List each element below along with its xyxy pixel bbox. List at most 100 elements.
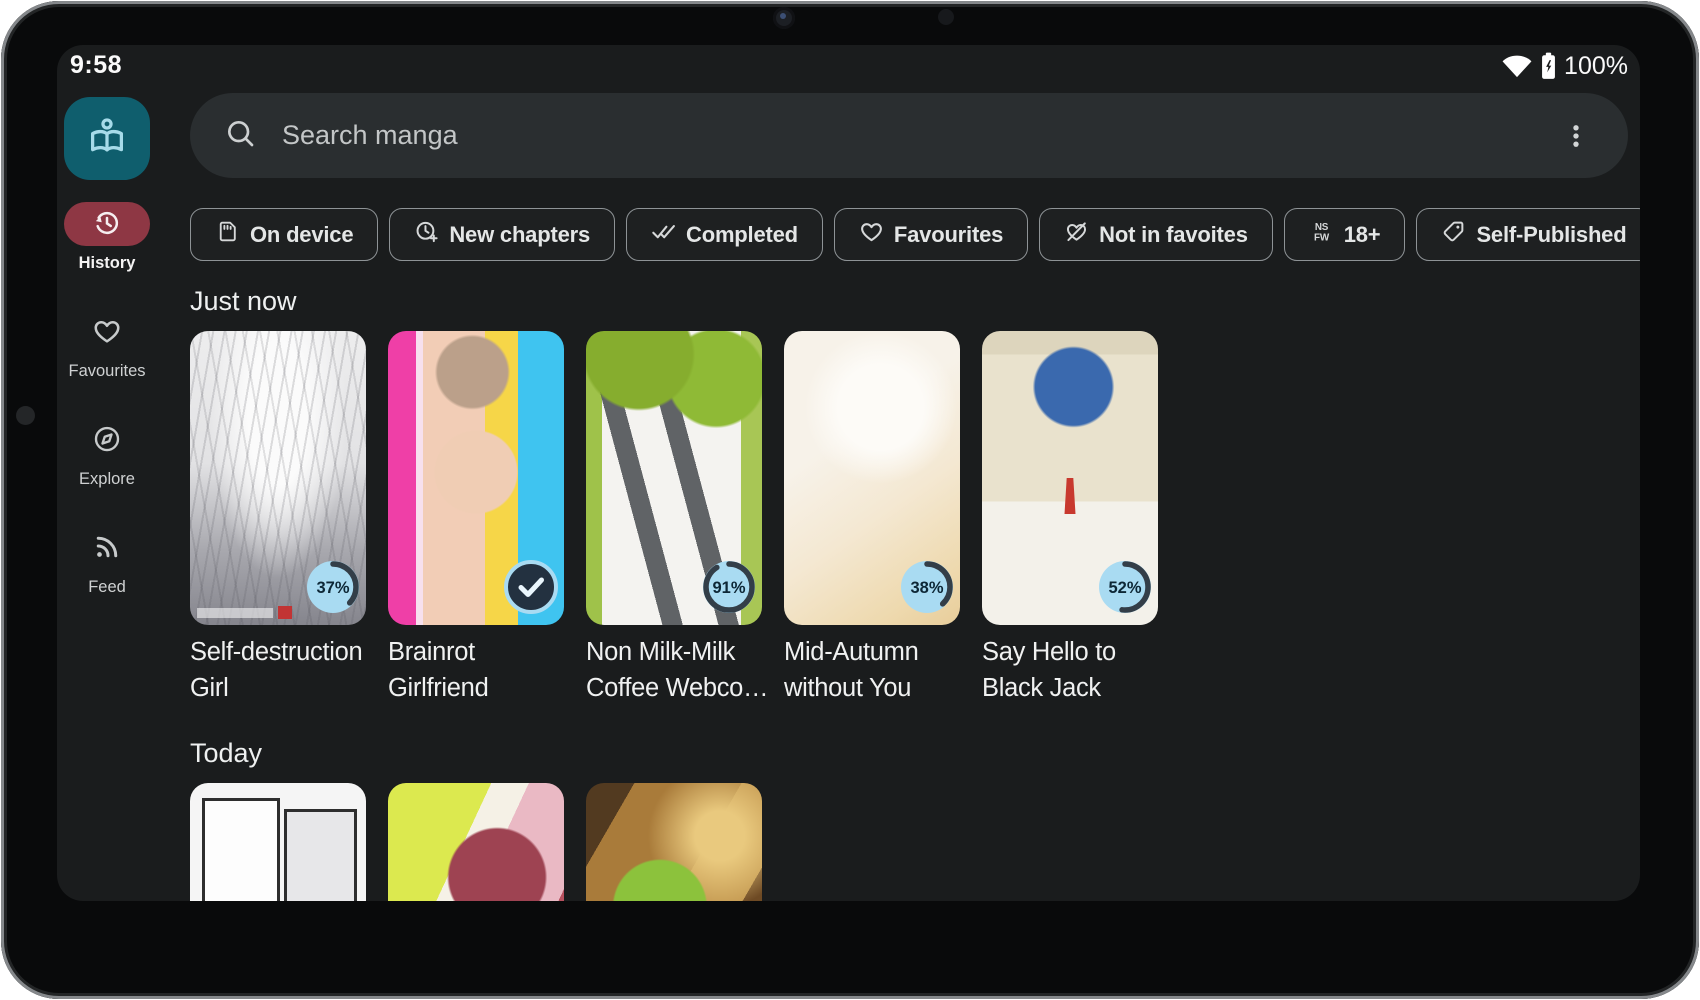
- app-screen: 9:58 100% History Favourites Explore Feed O…: [57, 45, 1640, 901]
- heart-icon: [859, 219, 884, 250]
- read-progress-badge: 37%: [306, 560, 360, 614]
- manga-title-line: Black Jack: [982, 670, 1158, 706]
- filter-chip-favourites[interactable]: Favourites: [834, 208, 1028, 261]
- search-bar[interactable]: [190, 93, 1628, 178]
- double-check-icon: [651, 219, 676, 250]
- manga-cover: [190, 783, 366, 901]
- svg-text:37%: 37%: [316, 579, 349, 597]
- filter-chip-not-in-favoites[interactable]: Not in favoites: [1039, 208, 1273, 261]
- manga-title-line: without You: [784, 670, 960, 706]
- search-icon: [224, 117, 256, 154]
- manga-cover: 91%: [586, 331, 762, 625]
- filter-chip-on-device[interactable]: On device: [190, 208, 378, 261]
- manga-title-line: Self-destruction: [190, 634, 366, 670]
- manga-card[interactable]: 37% Self-destructionGirl: [190, 331, 366, 706]
- mihon-logo-icon: [84, 148, 130, 163]
- read-progress-badge: 38%: [900, 560, 954, 614]
- section-header: Today: [190, 737, 1640, 769]
- manga-title-line: Girlfriend: [388, 670, 564, 706]
- battery-percent: 100%: [1564, 52, 1628, 81]
- card-row: 37% Self-destructionGirl BrainrotGirlfrien…: [190, 331, 1640, 706]
- filter-chip-18+[interactable]: NSFW 18+: [1284, 208, 1406, 261]
- manga-title-line: Girl: [190, 670, 366, 706]
- heart-icon: [92, 316, 122, 349]
- rss-icon: [92, 532, 122, 565]
- sd-card-icon: [215, 219, 240, 250]
- nav-icon-zone: [64, 526, 150, 570]
- wifi-icon: [1501, 53, 1533, 79]
- manga-cover: 37%: [190, 331, 366, 625]
- kebab-menu-icon[interactable]: [1558, 118, 1594, 154]
- history-icon: [92, 208, 122, 241]
- chip-label: New chapters: [449, 222, 590, 248]
- camera-sensor-dot-icon: [938, 9, 954, 25]
- heart-off-icon: [1064, 219, 1089, 250]
- read-progress-badge: 52%: [1098, 560, 1152, 614]
- filter-chip-completed[interactable]: Completed: [626, 208, 823, 261]
- tablet-device: 9:58 100% History Favourites Explore Feed O…: [0, 0, 1700, 1000]
- battery-charging-icon: [1541, 52, 1556, 80]
- history-list: Just now37%Self-destructionGirlBrainrotG…: [190, 285, 1640, 901]
- manga-card[interactable]: 38% Mid-Autumnwithout You: [784, 331, 960, 706]
- svg-text:NS: NS: [1315, 222, 1329, 233]
- manga-title-line: Brainrot: [388, 634, 564, 670]
- clock-plus-icon: [414, 219, 439, 250]
- svg-text:91%: 91%: [712, 579, 745, 597]
- clock-text: 9:58: [70, 51, 122, 80]
- filter-chip-new-chapters[interactable]: New chapters: [389, 208, 615, 261]
- status-icons: 100%: [1501, 51, 1628, 81]
- manga-card[interactable]: [586, 783, 762, 901]
- manga-card[interactable]: BrainrotGirlfriend: [388, 331, 564, 706]
- nav-item-history[interactable]: History: [64, 202, 150, 273]
- manga-title-line: Non Milk-Milk: [586, 634, 762, 670]
- chip-label: Completed: [686, 222, 798, 248]
- nav-icon-zone: [64, 418, 150, 462]
- chip-label: Not in favoites: [1099, 222, 1248, 248]
- chip-label: On device: [250, 222, 353, 248]
- svg-text:FW: FW: [1314, 232, 1330, 243]
- chip-label: 18+: [1344, 222, 1381, 248]
- card-row: [190, 783, 1640, 901]
- nav-item-label: Feed: [64, 578, 150, 597]
- section-header: Just now: [190, 285, 1640, 317]
- nav-item-favourites[interactable]: Favourites: [64, 310, 150, 381]
- manga-title-line: Say Hello to: [982, 634, 1158, 670]
- side-camera-icon: [16, 406, 35, 425]
- compass-icon: [92, 424, 122, 457]
- manga-card[interactable]: [190, 783, 366, 901]
- manga-cover: [586, 783, 762, 901]
- read-progress-badge: 91%: [702, 560, 756, 614]
- manga-title: Say Hello toBlack Jack: [982, 634, 1158, 706]
- manga-cover: [388, 783, 564, 901]
- manga-cover: 38%: [784, 331, 960, 625]
- nsfw-icon: NSFW: [1309, 219, 1334, 250]
- manga-cover: [388, 331, 564, 625]
- svg-text:52%: 52%: [1108, 579, 1141, 597]
- manga-title-line: Coffee Webco…: [586, 670, 762, 706]
- manga-cover: 52%: [982, 331, 1158, 625]
- nav-item-feed[interactable]: Feed: [64, 526, 150, 597]
- completed-badge: [504, 560, 558, 614]
- svg-text:38%: 38%: [910, 579, 943, 597]
- chip-label: Favourites: [894, 222, 1003, 248]
- front-camera-icon: [773, 7, 795, 29]
- manga-card[interactable]: 52% Say Hello toBlack Jack: [982, 331, 1158, 706]
- filter-chip-row: On device New chapters Completed Favourites…: [190, 208, 1640, 261]
- nav-rail: History Favourites Explore Feed: [64, 97, 150, 634]
- chip-label: Self-Published: [1476, 222, 1626, 248]
- nav-item-explore[interactable]: Explore: [64, 418, 150, 489]
- nav-item-label: Favourites: [64, 362, 150, 381]
- manga-title: Self-destructionGirl: [190, 634, 366, 706]
- manga-card[interactable]: [388, 783, 564, 901]
- manga-card[interactable]: 91% Non Milk-MilkCoffee Webco…: [586, 331, 762, 706]
- manga-title: Mid-Autumnwithout You: [784, 634, 960, 706]
- selected-pill: [64, 202, 150, 246]
- manga-title: Non Milk-MilkCoffee Webco…: [586, 634, 762, 706]
- manga-title: BrainrotGirlfriend: [388, 634, 564, 706]
- manga-title-line: Mid-Autumn: [784, 634, 960, 670]
- search-input[interactable]: [282, 120, 1532, 151]
- app-logo-button[interactable]: [64, 97, 150, 180]
- nav-icon-zone: [64, 310, 150, 354]
- nav-item-label: History: [64, 254, 150, 273]
- filter-chip-self-published[interactable]: Self-Published: [1416, 208, 1640, 261]
